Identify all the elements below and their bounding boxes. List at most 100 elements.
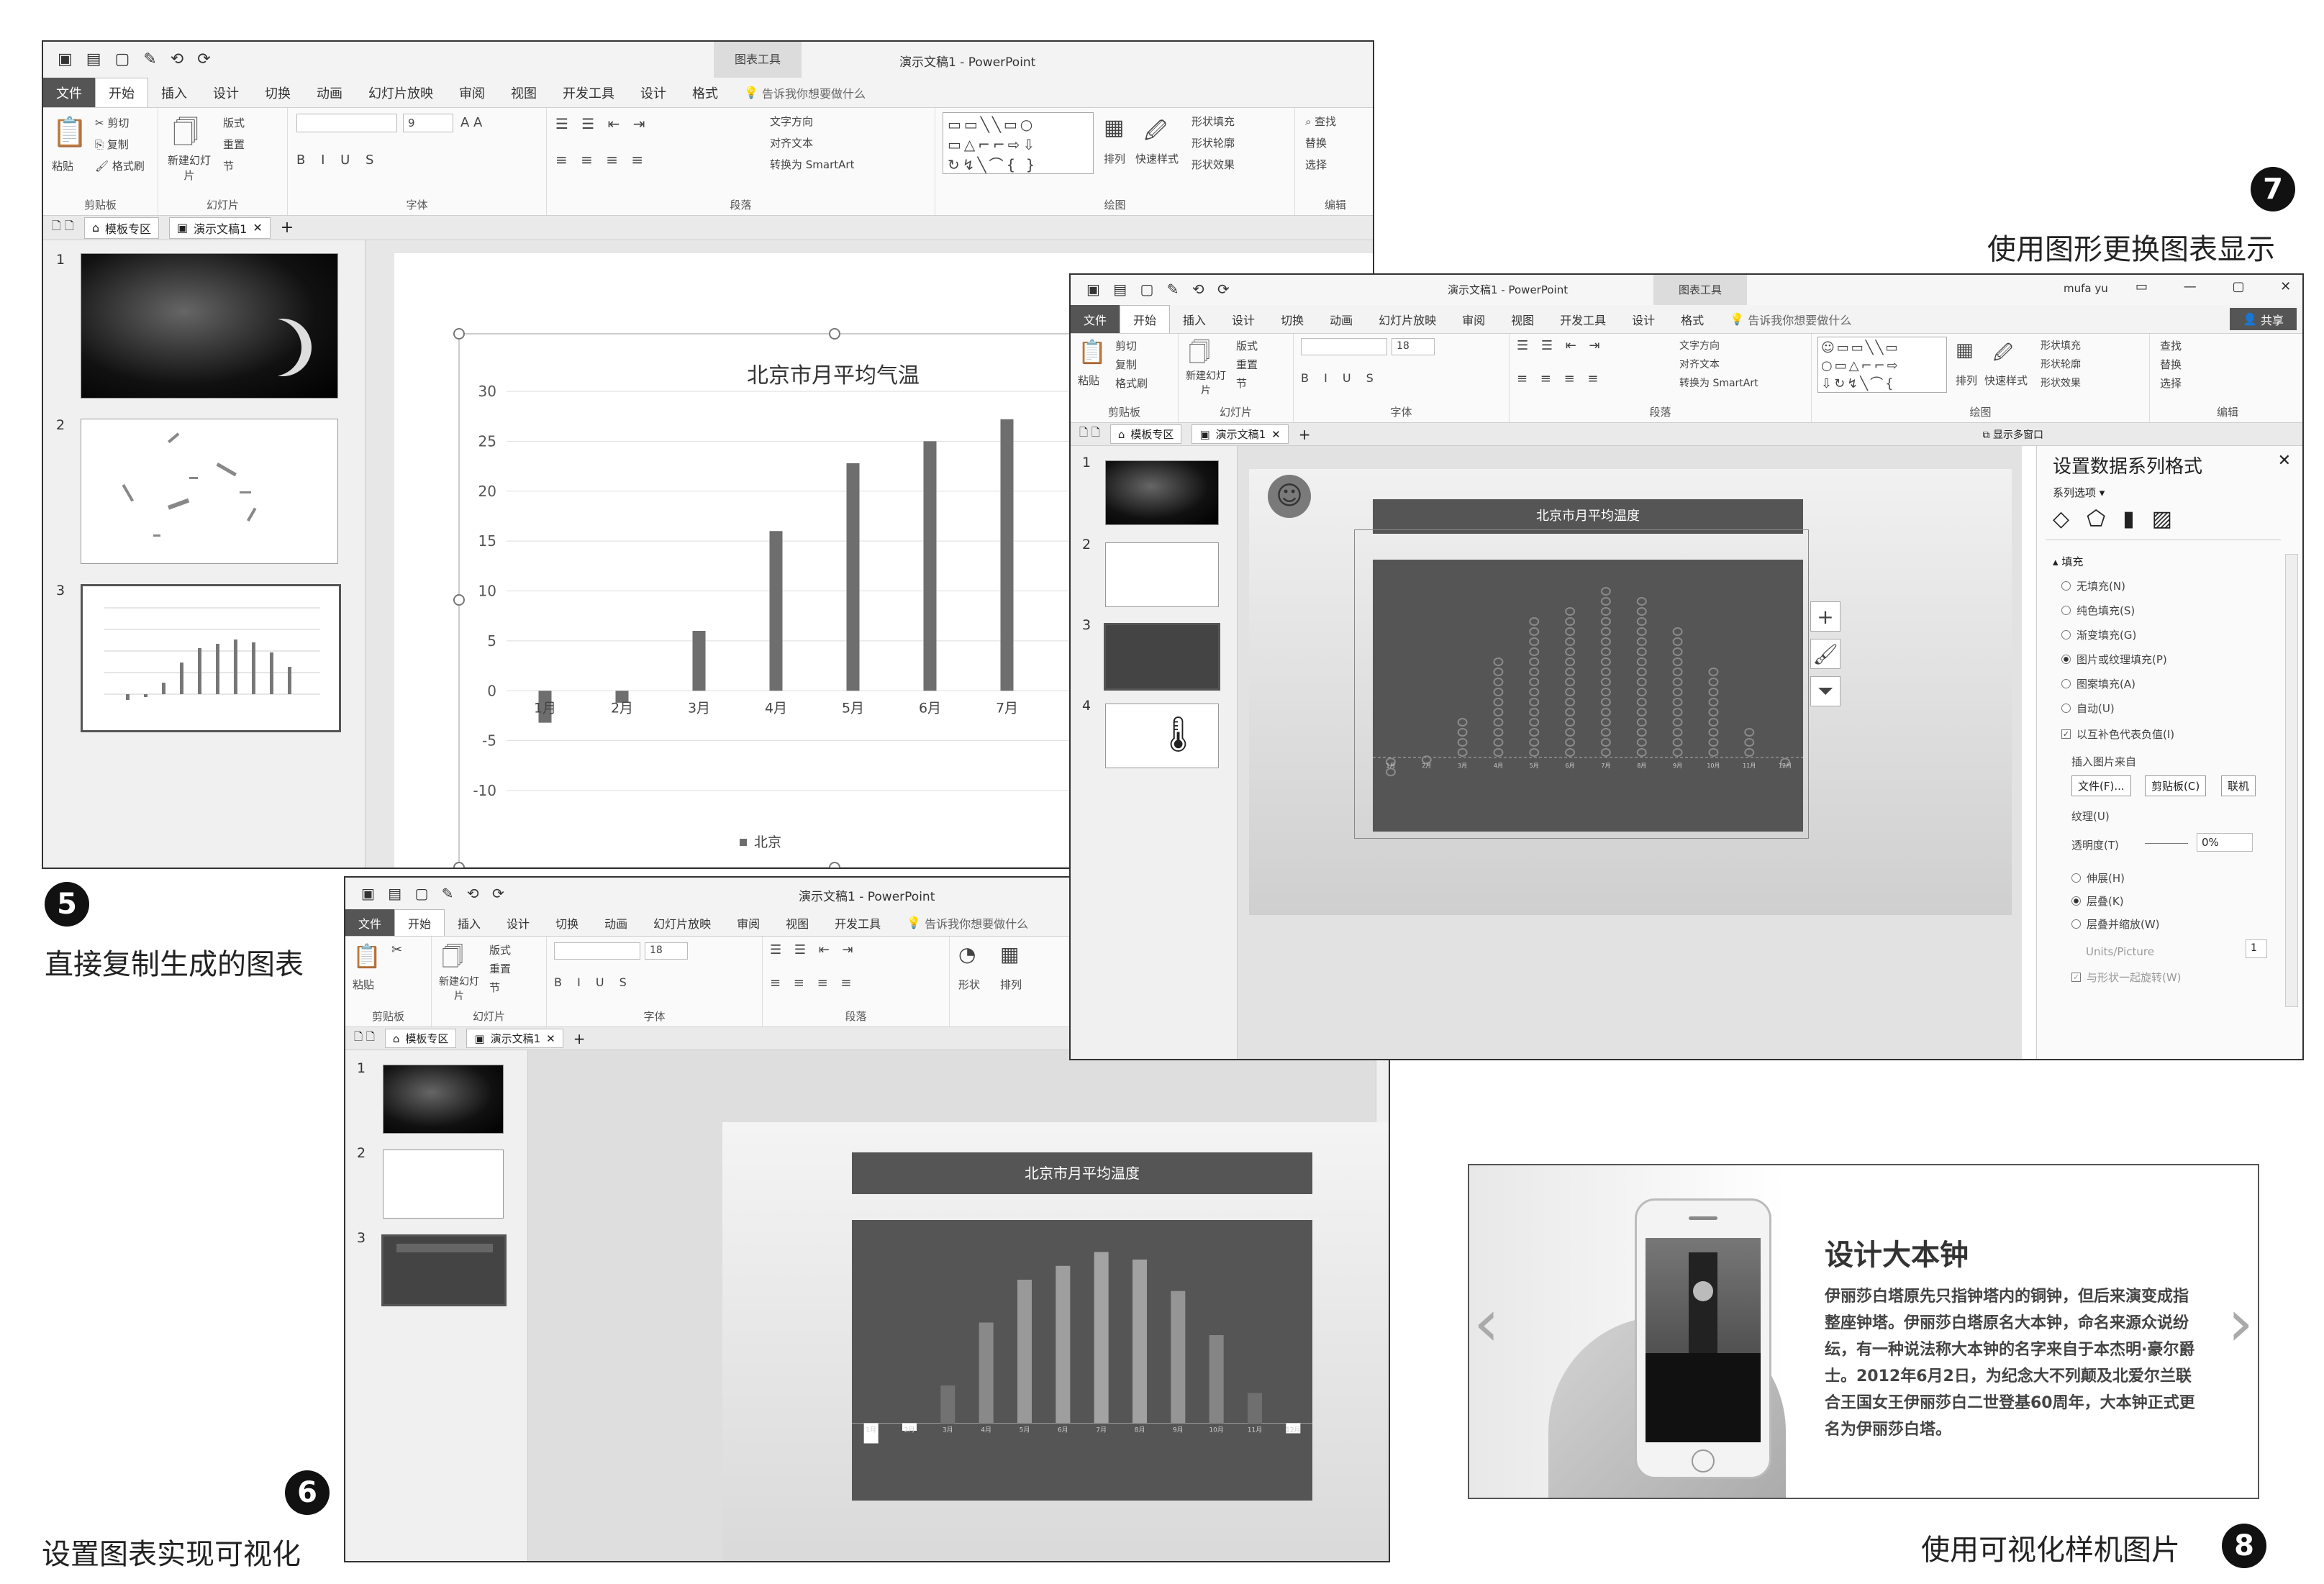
chart-style-button[interactable]: 🖌 bbox=[1810, 639, 1840, 669]
select-button[interactable]: 选择 bbox=[1305, 157, 1327, 172]
tab-design[interactable]: 设计 bbox=[200, 78, 252, 107]
tab-file[interactable]: 文件 bbox=[345, 909, 395, 936]
tab-home[interactable]: 开始 bbox=[1120, 305, 1171, 333]
align-text-button[interactable]: 对齐文本 bbox=[1679, 357, 1720, 371]
slide-thumb-3[interactable] bbox=[81, 584, 341, 732]
tab-file[interactable]: 文件 bbox=[1071, 305, 1120, 333]
add-tab-icon[interactable]: + bbox=[281, 219, 294, 237]
template-area-tab[interactable]: ⌂ 模板专区 bbox=[384, 1029, 457, 1048]
tab-insert[interactable]: 插入 bbox=[445, 909, 494, 936]
font-name-box[interactable] bbox=[554, 942, 640, 960]
fill-option-radio[interactable]: 纯色填充(S) bbox=[2061, 603, 2135, 618]
tab-chart-design[interactable]: 设计 bbox=[627, 78, 679, 107]
font-name-box[interactable] bbox=[296, 114, 397, 132]
document-tab[interactable]: ▣ 演示文稿1 ✕ bbox=[466, 1029, 563, 1048]
font-size-box[interactable]: 18 bbox=[645, 942, 688, 960]
close-icon[interactable]: ✕ bbox=[546, 1032, 555, 1045]
tab-slideshow[interactable]: 幻灯片放映 bbox=[640, 909, 724, 936]
tab-transition[interactable]: 切换 bbox=[543, 909, 591, 936]
tab-design[interactable]: 设计 bbox=[1219, 305, 1268, 333]
scissors-icon[interactable]: ✂ bbox=[391, 942, 402, 957]
section-button[interactable]: 节 bbox=[223, 158, 234, 173]
cut-button[interactable]: ✂ 剪切 bbox=[95, 115, 129, 130]
reset-button[interactable]: 重置 bbox=[1236, 357, 1258, 372]
tab-developer[interactable]: 开发工具 bbox=[550, 78, 627, 107]
arrange-button[interactable]: 排列 bbox=[1104, 151, 1125, 166]
font-name-box[interactable] bbox=[1301, 338, 1387, 355]
fill-option-radio[interactable]: 渐变填充(G) bbox=[2061, 627, 2136, 642]
tab-animation[interactable]: 动画 bbox=[304, 78, 355, 107]
rotate-with-shape-checkbox[interactable]: ✓ 与形状一起旋转(W) bbox=[2071, 970, 2182, 985]
tell-me-box[interactable]: 💡 告诉我你想要做什么 bbox=[731, 78, 879, 107]
shape-fill-button[interactable]: 形状填充 bbox=[1191, 114, 1235, 129]
quick-styles-icon[interactable]: 🖉 bbox=[1144, 115, 1167, 152]
align-icons[interactable]: ≡ ≡ ≡ ≡ bbox=[770, 975, 856, 991]
section-button[interactable]: 节 bbox=[489, 980, 500, 995]
list-icons[interactable]: ☰ ☰ ⇤ ⇥ bbox=[770, 942, 858, 957]
slide-thumb-1[interactable] bbox=[1105, 460, 1219, 525]
tab-slideshow[interactable]: 幻灯片放映 bbox=[1366, 305, 1449, 333]
format-painter-button[interactable]: 🖌 格式刷 bbox=[95, 158, 145, 173]
transparency-input[interactable]: 0% bbox=[2197, 833, 2253, 852]
quick-styles-button[interactable]: 快速样式 bbox=[1135, 151, 1179, 166]
text-direction-button[interactable]: 文字方向 bbox=[1679, 338, 1720, 352]
text-direction-button[interactable]: 文字方向 bbox=[770, 114, 813, 129]
clipboard-button[interactable]: 剪贴板(C) bbox=[2145, 775, 2207, 796]
new-slide-icon[interactable]: 🗍 bbox=[173, 114, 199, 158]
paste-icon[interactable]: 📋 bbox=[52, 115, 88, 149]
slide-thumb-2[interactable] bbox=[383, 1150, 504, 1219]
tab-design[interactable]: 设计 bbox=[494, 909, 543, 936]
series-options-dropdown[interactable]: 系列选项 ▾ bbox=[2053, 485, 2105, 500]
stretch-radio[interactable]: 伸展(H) bbox=[2071, 870, 2125, 886]
stack-scale-radio[interactable]: 层叠并缩放(W) bbox=[2071, 916, 2160, 932]
tab-developer[interactable]: 开发工具 bbox=[1547, 305, 1619, 333]
slide-thumb-1[interactable] bbox=[383, 1065, 504, 1134]
tab-review[interactable]: 审阅 bbox=[1449, 305, 1498, 333]
tab-view[interactable]: 视图 bbox=[498, 78, 550, 107]
quick-styles-button[interactable]: 快速样式 bbox=[1984, 373, 2028, 388]
close-icon[interactable]: ✕ bbox=[2278, 452, 2291, 470]
shape-fill-button[interactable]: 形状填充 bbox=[2041, 338, 2081, 352]
smartart-button[interactable]: 转换为 SmartArt bbox=[770, 157, 854, 172]
arrange-button[interactable]: 排列 bbox=[1956, 373, 1977, 388]
pentagon-icon[interactable]: ⬠ bbox=[2087, 506, 2123, 532]
shape-outline-button[interactable]: 形状轮廓 bbox=[2041, 357, 2081, 371]
new-slide-button[interactable]: 新建幻灯片 bbox=[436, 974, 482, 1003]
add-tab-icon[interactable]: + bbox=[1299, 426, 1311, 443]
tab-view[interactable]: 视图 bbox=[1498, 305, 1547, 333]
reset-button[interactable]: 重置 bbox=[489, 961, 511, 976]
multi-window-button[interactable]: ⧉ 显示多窗口 bbox=[1983, 427, 2043, 442]
bold-italic-underline-icons[interactable]: B I U S bbox=[296, 153, 379, 168]
new-slide-button[interactable]: 新建幻灯片 bbox=[1183, 368, 1229, 397]
add-element-button[interactable]: + bbox=[1810, 601, 1840, 632]
format-painter-button[interactable]: 格式刷 bbox=[1115, 375, 1148, 391]
select-button[interactable]: 选择 bbox=[2160, 375, 2182, 391]
add-tab-icon[interactable]: + bbox=[573, 1030, 586, 1047]
visualized-chart[interactable]: 1月 2月 3月 4月 5月 6月 7月 8月 9月 10月 11月 12月 bbox=[852, 1220, 1312, 1501]
arrange-icon[interactable]: ▦ bbox=[1000, 942, 1019, 966]
file-button[interactable]: 文件(F)... bbox=[2071, 775, 2131, 796]
section-button[interactable]: 节 bbox=[1236, 375, 1247, 391]
slide-thumb-2[interactable] bbox=[81, 419, 338, 564]
page-icon[interactable]: 🗋 🗋 bbox=[1079, 425, 1100, 443]
quick-access-icons[interactable]: ▣ ▤ ▢ ✎ ⟲ ⟳ bbox=[361, 885, 509, 902]
quick-access-icons[interactable]: ▣ ▤ ▢ ✎ ⟲ ⟳ bbox=[1086, 281, 1234, 298]
layout-button[interactable]: 版式 bbox=[223, 115, 245, 130]
tab-review[interactable]: 审阅 bbox=[724, 909, 773, 936]
shape-effects-button[interactable]: 形状效果 bbox=[2041, 375, 2081, 390]
tab-insert[interactable]: 插入 bbox=[148, 78, 200, 107]
paste-button[interactable]: 粘贴 bbox=[52, 158, 73, 173]
paste-icon[interactable]: 📋 bbox=[353, 942, 381, 970]
close-icon[interactable]: ✕ bbox=[1271, 428, 1281, 441]
bar-chart-icon[interactable]: ▮ bbox=[2123, 506, 2152, 532]
new-slide-button[interactable]: 新建幻灯片 bbox=[164, 153, 214, 183]
tab-animation[interactable]: 动画 bbox=[1317, 305, 1366, 333]
slide-thumb-3[interactable] bbox=[1104, 623, 1220, 691]
smartart-button[interactable]: 转换为 SmartArt bbox=[1679, 375, 1758, 390]
align-icons[interactable]: ≡ ≡ ≡ ≡ bbox=[555, 151, 648, 168]
copy-button[interactable]: ⎘ 复制 bbox=[95, 137, 129, 152]
document-tab[interactable]: ▣ 演示文稿1 ✕ bbox=[169, 217, 271, 239]
new-slide-icon[interactable]: 🗍 bbox=[442, 941, 463, 978]
quick-styles-icon[interactable]: 🖉 bbox=[1993, 340, 2013, 371]
document-tab[interactable]: ▣ 演示文稿1 ✕ bbox=[1191, 424, 1289, 444]
